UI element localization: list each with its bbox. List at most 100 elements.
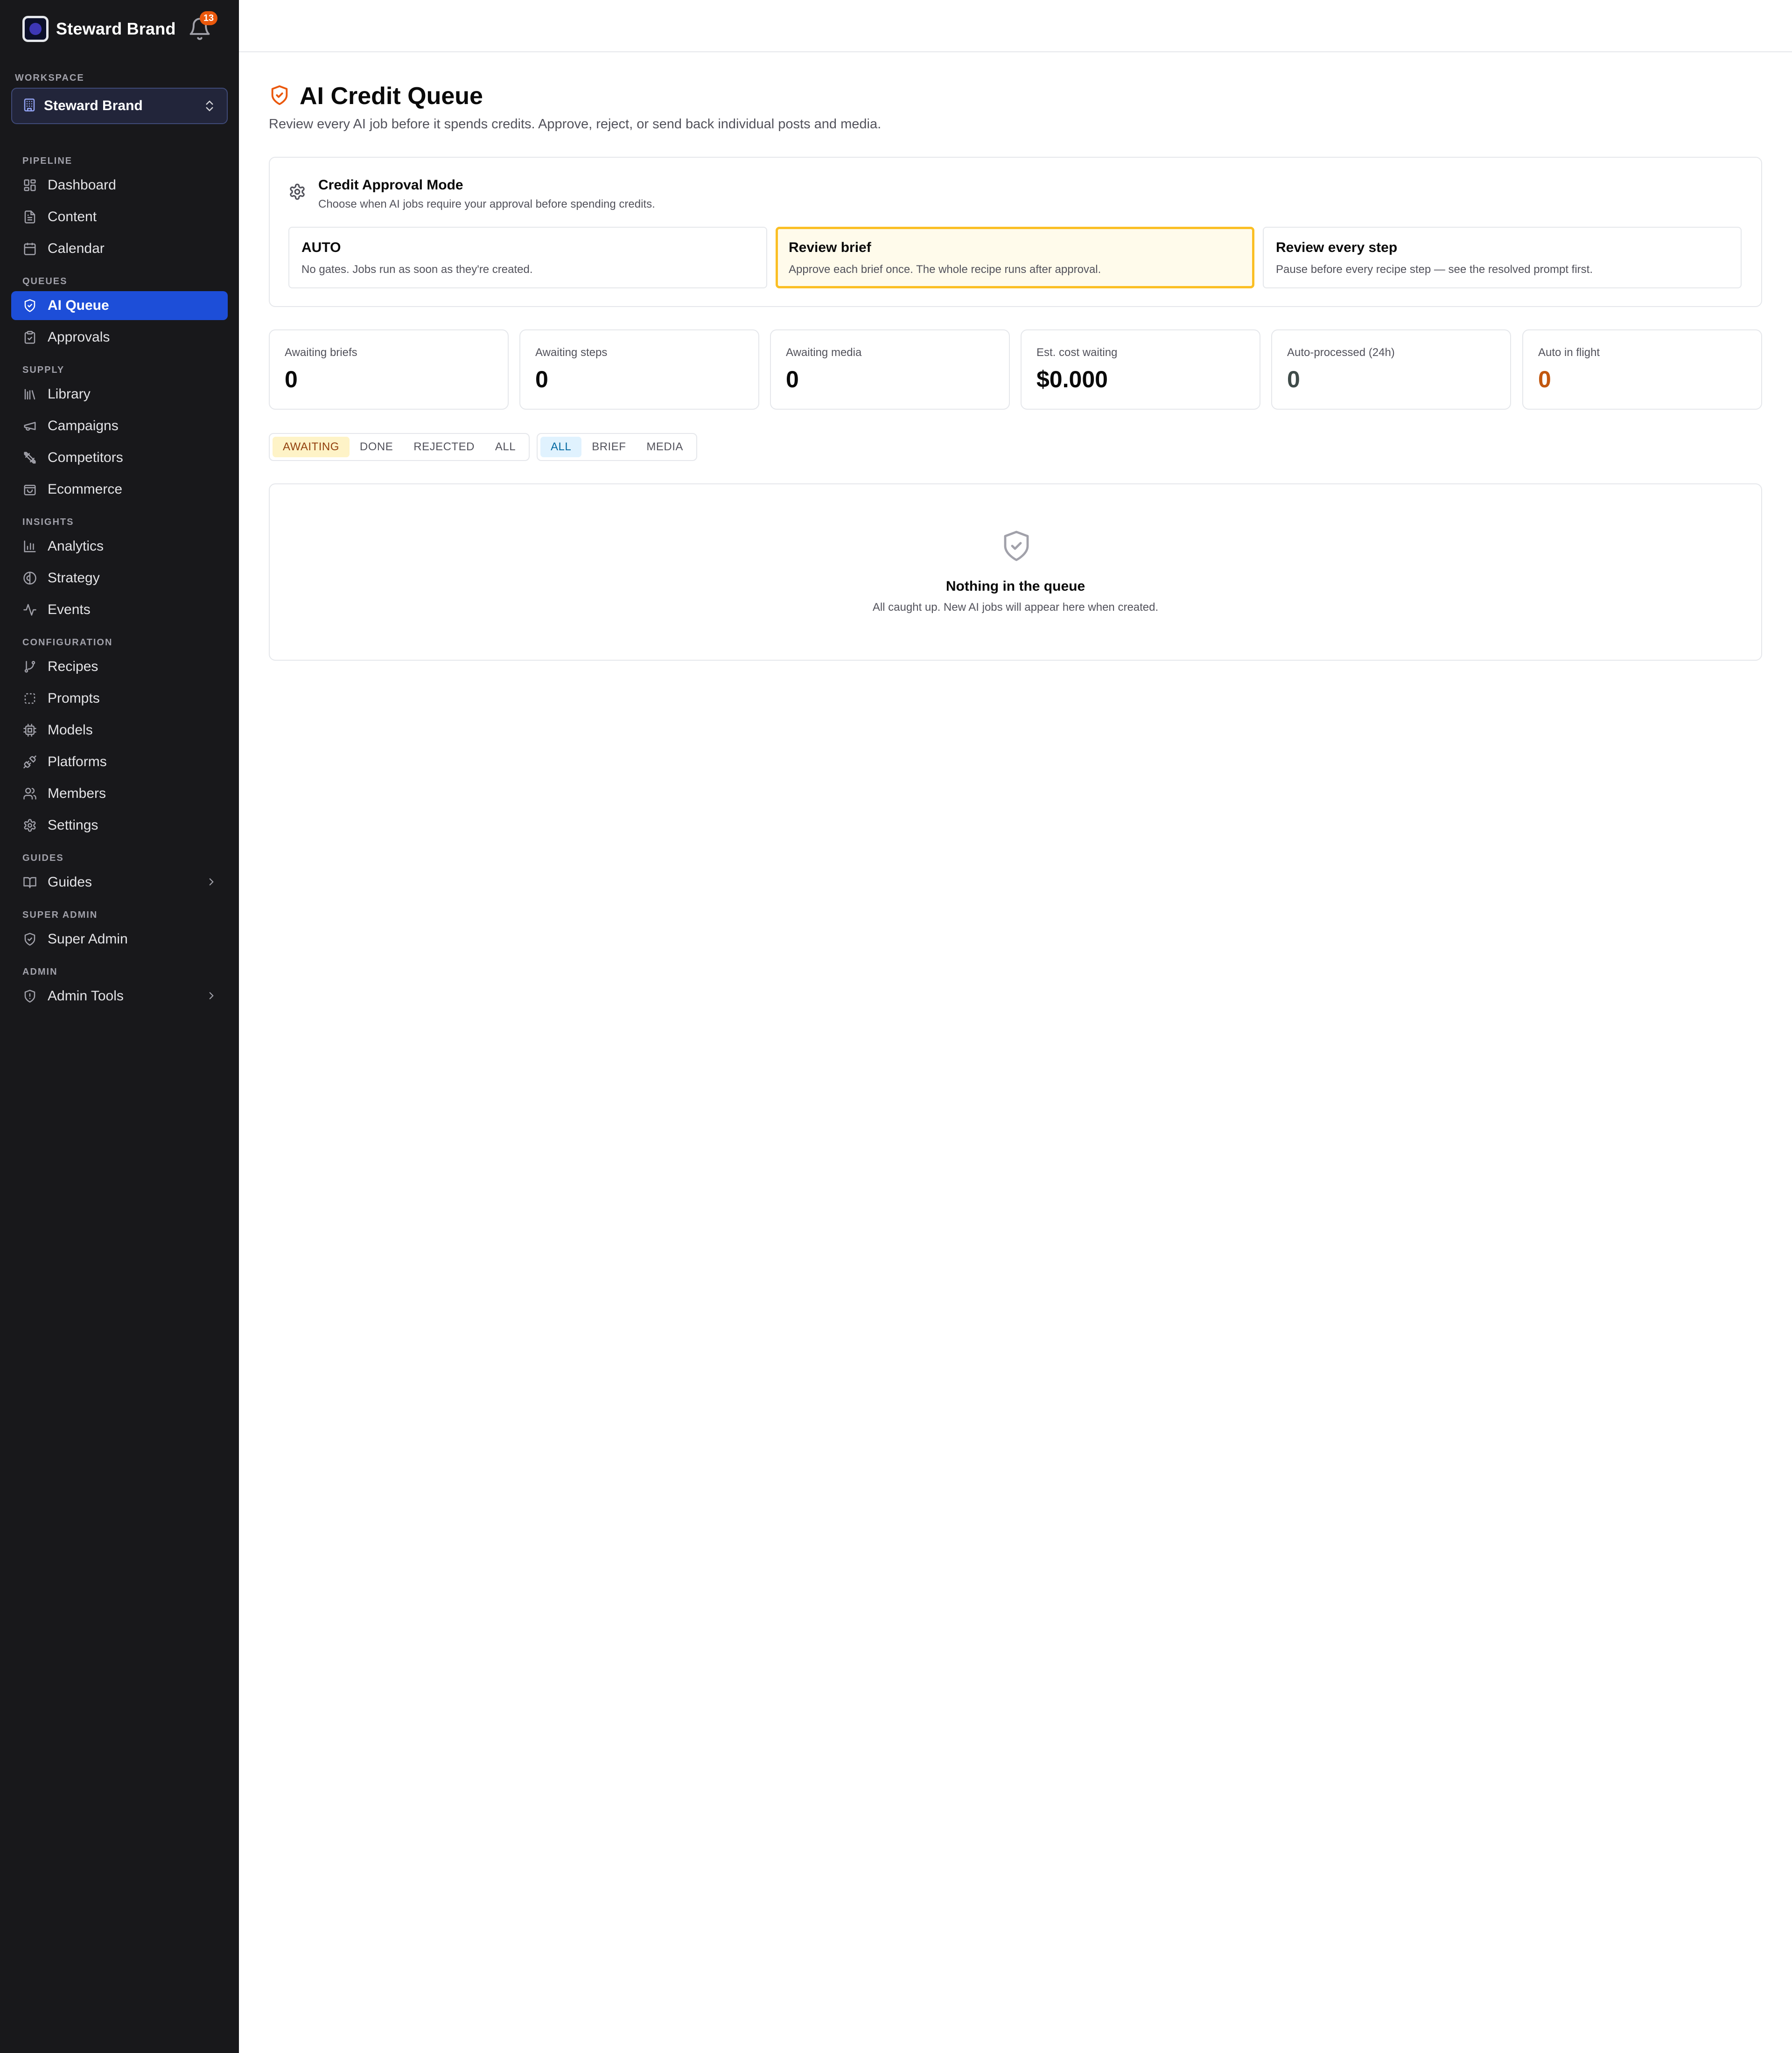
stat-awaiting-media: Awaiting media 0 <box>770 329 1010 410</box>
stat-label: Auto in flight <box>1538 346 1600 359</box>
chevron-right-icon <box>205 990 217 1004</box>
sidebar-item-competitors[interactable]: Competitors <box>11 443 228 472</box>
sidebar-item-super-admin[interactable]: Super Admin <box>11 925 228 954</box>
sidebar-item-label: Platforms <box>48 754 107 769</box>
mode-option-review-brief[interactable]: Review brief Approve each brief once. Th… <box>776 227 1254 288</box>
chevron-right-icon <box>205 876 217 890</box>
sidebar-item-ecommerce[interactable]: Ecommerce <box>11 475 228 504</box>
sidebar-item-campaigns[interactable]: Campaigns <box>11 412 228 440</box>
sidebar-item-strategy[interactable]: Strategy <box>11 564 228 593</box>
status-filter: AWAITING DONE REJECTED ALL <box>269 433 530 461</box>
frame-icon <box>22 691 37 706</box>
top-bar <box>239 0 1792 52</box>
plug-icon <box>22 754 37 769</box>
mode-subtitle: Choose when AI jobs require your approva… <box>318 198 655 210</box>
sidebar-item-label: AI Queue <box>48 298 109 313</box>
sidebar-item-approvals[interactable]: Approvals <box>11 323 228 352</box>
sidebar-item-label: Events <box>48 602 91 617</box>
calendar-icon <box>22 241 37 256</box>
credit-approval-mode-card: Credit Approval Mode Choose when AI jobs… <box>269 157 1762 307</box>
section-supply: SUPPLY <box>22 365 65 375</box>
strategy-icon <box>22 571 37 586</box>
sidebar-item-guides[interactable]: Guides <box>11 868 228 897</box>
shield-check-icon <box>22 298 37 313</box>
sidebar-item-label: Strategy <box>48 570 100 586</box>
filter-done[interactable]: DONE <box>350 437 403 457</box>
option-title: Review every step <box>1276 240 1398 255</box>
library-icon <box>22 387 37 402</box>
stat-value: 0 <box>285 366 298 392</box>
shield-check-icon <box>1000 529 1033 565</box>
building-icon <box>22 98 36 114</box>
filter-brief[interactable]: BRIEF <box>581 437 636 457</box>
sidebar-item-library[interactable]: Library <box>11 380 228 409</box>
sidebar-item-label: Admin Tools <box>48 988 124 1004</box>
stat-value: 0 <box>1538 366 1551 392</box>
sidebar-item-analytics[interactable]: Analytics <box>11 532 228 561</box>
megaphone-icon <box>22 419 37 433</box>
sidebar-item-calendar[interactable]: Calendar <box>11 234 228 263</box>
sidebar-item-label: Guides <box>48 874 92 890</box>
sidebar-item-members[interactable]: Members <box>11 779 228 808</box>
filter-media[interactable]: MEDIA <box>636 437 693 457</box>
sidebar-item-label: Campaigns <box>48 418 119 433</box>
option-title: AUTO <box>301 240 341 255</box>
section-admin: ADMIN <box>22 967 58 977</box>
dashboard-icon <box>22 178 37 193</box>
activity-icon <box>22 602 37 617</box>
sidebar-item-settings[interactable]: Settings <box>11 811 228 840</box>
stat-label: Awaiting briefs <box>285 346 357 359</box>
sidebar: Steward Brand 13 WORKSPACE Steward Brand… <box>0 0 239 2053</box>
section-pipeline: PIPELINE <box>22 156 73 166</box>
filter-rejected[interactable]: REJECTED <box>403 437 485 457</box>
filter-all-status[interactable]: ALL <box>485 437 526 457</box>
mode-option-review-every-step[interactable]: Review every step Pause before every rec… <box>1263 227 1742 288</box>
section-configuration: CONFIGURATION <box>22 637 113 648</box>
shopping-bag-icon <box>22 482 37 497</box>
sidebar-item-platforms[interactable]: Platforms <box>11 747 228 776</box>
clipboard-check-icon <box>22 330 37 345</box>
stat-awaiting-steps: Awaiting steps 0 <box>519 329 759 410</box>
stat-label: Auto-processed (24h) <box>1287 346 1395 359</box>
sidebar-item-admin-tools[interactable]: Admin Tools <box>11 982 228 1011</box>
gear-icon <box>288 183 306 203</box>
brand-logo <box>22 16 49 42</box>
filter-all-kind[interactable]: ALL <box>540 437 582 457</box>
sidebar-item-label: Library <box>48 386 91 402</box>
mode-option-auto[interactable]: AUTO No gates. Jobs run as soon as they'… <box>288 227 767 288</box>
sidebar-item-content[interactable]: Content <box>11 203 228 231</box>
filter-awaiting[interactable]: AWAITING <box>273 437 350 457</box>
chevrons-up-down-icon <box>203 99 217 115</box>
sidebar-item-label: Ecommerce <box>48 482 123 497</box>
sidebar-item-ai-queue[interactable]: AI Queue <box>11 291 228 320</box>
stat-label: Awaiting steps <box>535 346 608 359</box>
stat-label: Est. cost waiting <box>1036 346 1118 359</box>
shield-icon <box>22 932 37 947</box>
sidebar-item-label: Competitors <box>48 450 123 465</box>
sidebar-item-dashboard[interactable]: Dashboard <box>11 171 228 200</box>
stat-value: 0 <box>786 366 799 392</box>
sidebar-item-prompts[interactable]: Prompts <box>11 684 228 713</box>
sidebar-item-events[interactable]: Events <box>11 595 228 624</box>
sidebar-item-models[interactable]: Models <box>11 716 228 745</box>
sidebar-item-label: Settings <box>48 817 98 833</box>
mode-title: Credit Approval Mode <box>318 177 463 193</box>
stat-auto-processed: Auto-processed (24h) 0 <box>1271 329 1511 410</box>
page-title: AI Credit Queue <box>300 83 483 110</box>
swords-icon <box>22 450 37 465</box>
sidebar-item-label: Prompts <box>48 691 100 706</box>
sidebar-item-label: Recipes <box>48 659 98 674</box>
page-subtitle: Review every AI job before it spends cre… <box>269 117 882 132</box>
git-branch-icon <box>22 659 37 674</box>
sidebar-item-label: Calendar <box>48 241 105 256</box>
stat-value: 0 <box>1287 366 1300 392</box>
section-super-admin: SUPER ADMIN <box>22 910 98 920</box>
page-header: AI Credit Queue <box>269 82 483 110</box>
sidebar-item-label: Content <box>48 209 97 224</box>
sidebar-item-recipes[interactable]: Recipes <box>11 652 228 681</box>
option-title: Review brief <box>789 240 871 255</box>
workspace-select[interactable]: Steward Brand <box>11 88 228 124</box>
gear-icon <box>22 818 37 833</box>
bar-chart-icon <box>22 539 37 554</box>
sidebar-item-label: Members <box>48 786 106 801</box>
